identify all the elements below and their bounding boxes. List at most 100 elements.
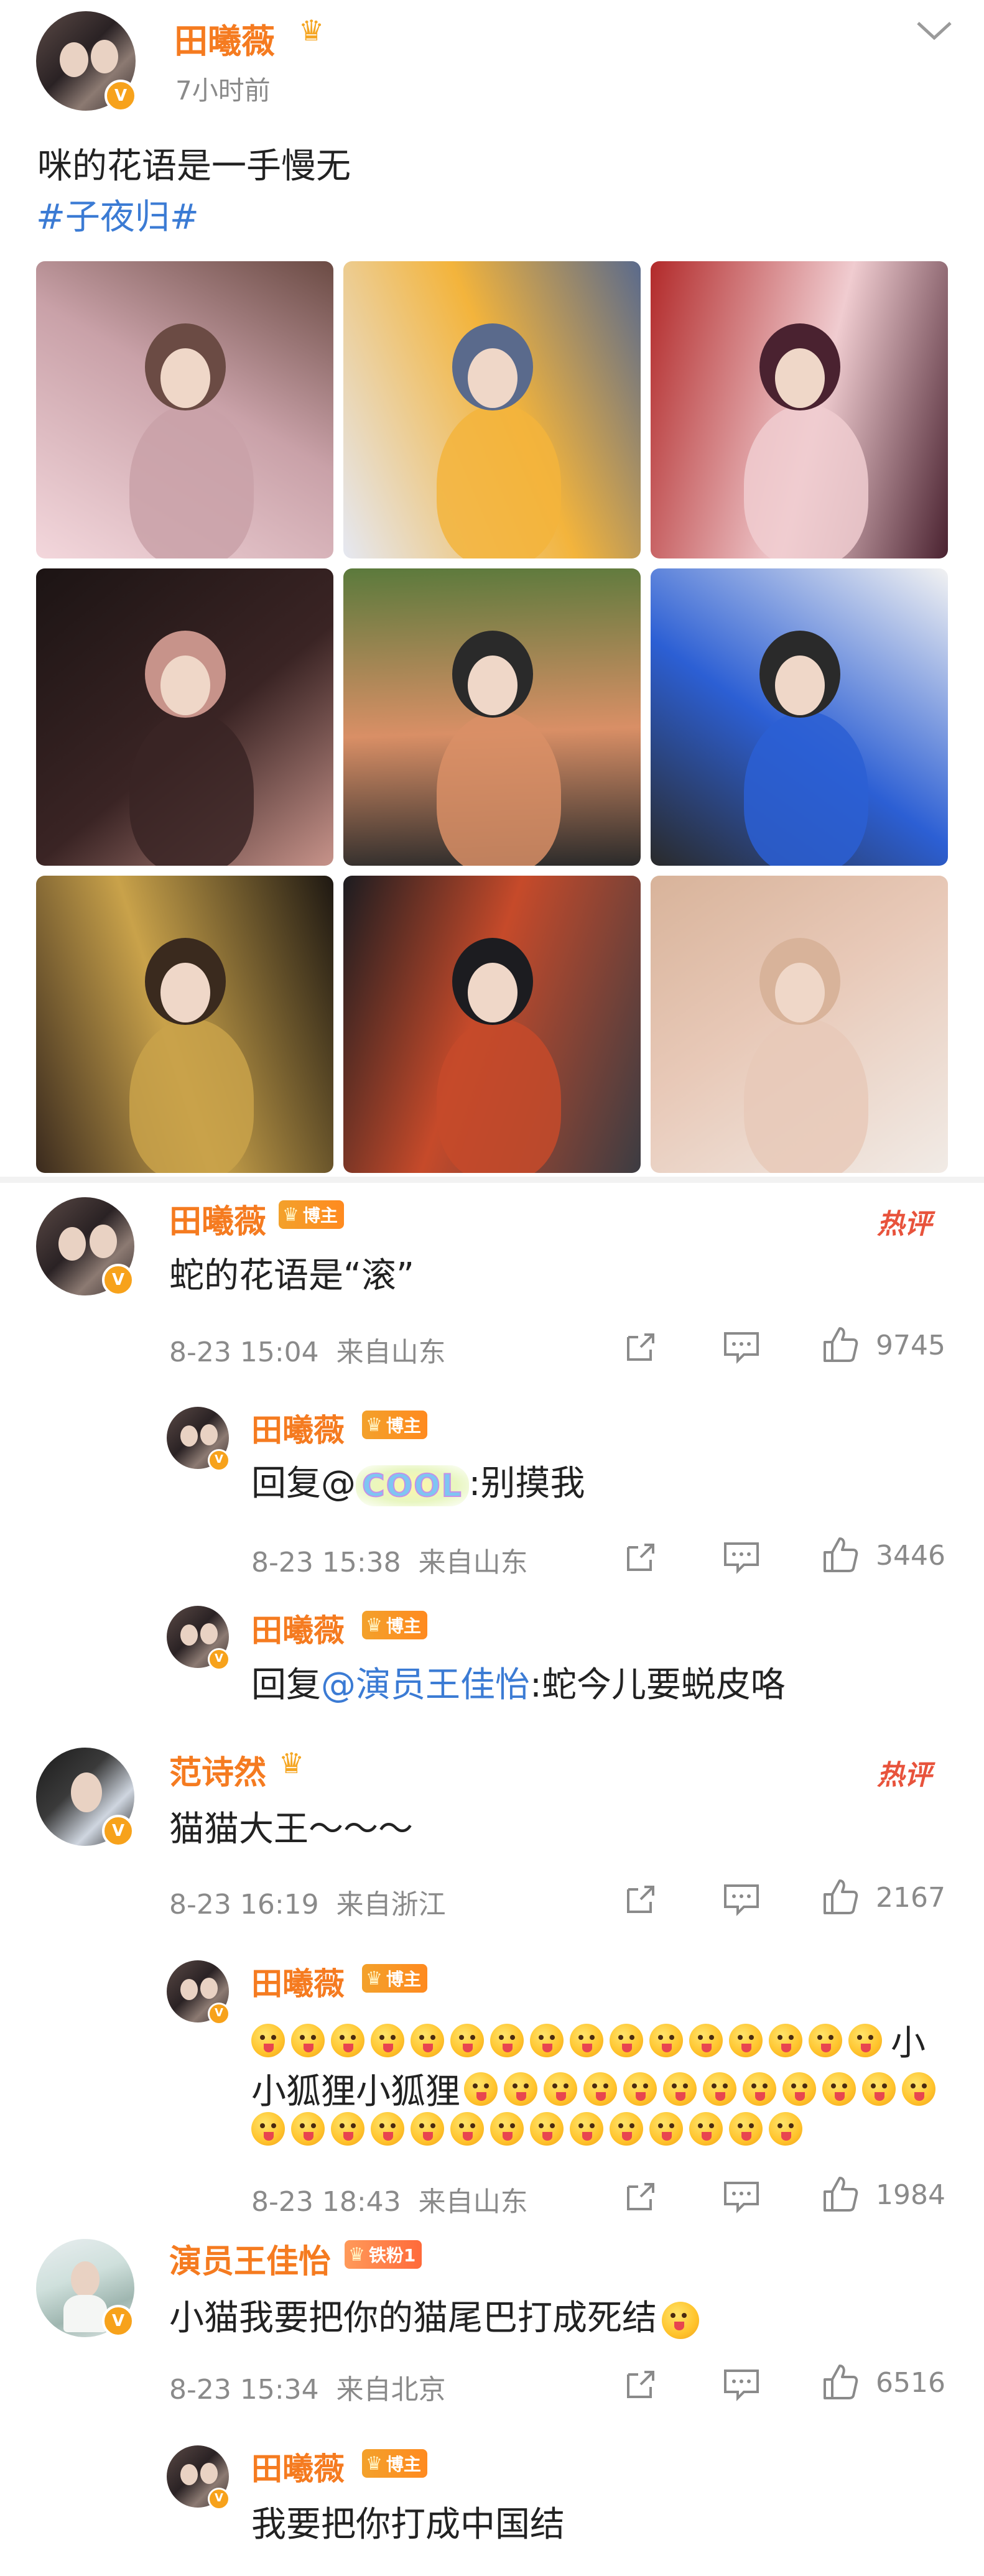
fan-badge: ♛ 铁粉1 bbox=[345, 2240, 422, 2269]
photo-figure-face bbox=[468, 348, 518, 408]
tongue-emoji-icon bbox=[544, 2072, 577, 2106]
reply-prefix: 回复 bbox=[251, 1665, 321, 1705]
photo-figure-face bbox=[468, 656, 518, 715]
post-photo[interactable] bbox=[651, 568, 948, 866]
tongue-emoji-icon bbox=[504, 2072, 537, 2106]
tongue-emoji-icon bbox=[450, 2023, 484, 2057]
comment-author-name[interactable]: 演员王佳怡 bbox=[169, 2235, 331, 2282]
post-photo[interactable] bbox=[343, 568, 641, 866]
crown-icon: ♛ bbox=[279, 1746, 305, 1780]
tongue-emoji-icon bbox=[331, 2023, 364, 2057]
comment-icon[interactable] bbox=[722, 1539, 761, 1578]
tongue-emoji-icon bbox=[663, 2072, 697, 2106]
comment-icon[interactable] bbox=[722, 1328, 761, 1368]
share-icon[interactable] bbox=[622, 2366, 659, 2406]
mention-link[interactable]: @演员王佳怡 bbox=[321, 1665, 530, 1705]
host-badge: ♛ 博主 bbox=[362, 2449, 427, 2478]
like-icon[interactable] bbox=[820, 1877, 861, 1920]
tongue-emoji-icon bbox=[331, 2112, 364, 2146]
comment-icon[interactable] bbox=[722, 2366, 761, 2406]
photo-figure bbox=[744, 404, 868, 558]
reply-author-name[interactable]: 田曦薇 bbox=[251, 1406, 345, 1450]
comment-icon[interactable] bbox=[722, 1881, 761, 1920]
post-time: 7小时前 bbox=[175, 75, 271, 106]
photo-figure-face bbox=[775, 656, 825, 715]
comment-author-name[interactable]: 范诗然 bbox=[169, 1746, 266, 1793]
reply-meta: 8-23 18:43 来自山东 bbox=[251, 2179, 528, 2219]
reply-text: 回复@演员王佳怡:蛇今儿要蜕皮咯 bbox=[251, 1657, 786, 1707]
emoji-row bbox=[251, 2112, 809, 2146]
like-count: 6516 bbox=[876, 2367, 945, 2399]
photo-figure bbox=[129, 404, 254, 558]
section-divider bbox=[0, 1177, 984, 1183]
post-photo[interactable] bbox=[343, 876, 641, 1173]
photo-figure-face bbox=[775, 963, 825, 1022]
tongue-emoji-icon bbox=[769, 2112, 802, 2146]
chevron-down-icon[interactable] bbox=[914, 11, 954, 52]
like-icon[interactable] bbox=[820, 1325, 861, 1368]
reply-suffix: :别摸我 bbox=[468, 1463, 585, 1504]
comment-location: 来自山东 bbox=[336, 1337, 446, 1368]
crown-icon: ♛ bbox=[348, 2243, 365, 2266]
tongue-emoji-icon bbox=[371, 2112, 404, 2146]
verified-badge: V bbox=[208, 2488, 230, 2510]
photo-figure bbox=[437, 711, 561, 866]
like-icon[interactable] bbox=[820, 2174, 861, 2218]
comment-meta: 8-23 15:34 来自北京 bbox=[169, 2367, 446, 2407]
share-icon[interactable] bbox=[622, 1539, 659, 1578]
share-icon[interactable] bbox=[622, 2178, 659, 2218]
comment-icon[interactable] bbox=[722, 2178, 761, 2218]
hot-comment-label: 热评 bbox=[877, 1208, 932, 1240]
tongue-emoji-icon bbox=[689, 2023, 723, 2057]
reply-text: 回复@ COOL:别摸我 bbox=[251, 1455, 585, 1506]
post-photo[interactable] bbox=[36, 568, 333, 866]
reply-author-name[interactable]: 田曦薇 bbox=[251, 2444, 345, 2489]
tongue-emoji-icon bbox=[251, 2023, 285, 2057]
cool-mention-sticker[interactable]: COOL bbox=[356, 1465, 469, 1506]
photo-figure-face bbox=[160, 963, 210, 1022]
post-photo[interactable] bbox=[36, 261, 333, 558]
reply-text-end: 小 bbox=[891, 2023, 926, 2064]
verified-badge: V bbox=[208, 2003, 230, 2025]
verified-badge: V bbox=[104, 80, 137, 112]
photo-figure bbox=[437, 1019, 561, 1173]
photo-figure bbox=[129, 1019, 254, 1173]
reply-author-name[interactable]: 田曦薇 bbox=[251, 1606, 345, 1651]
post-photo[interactable] bbox=[651, 876, 948, 1173]
reply-location: 来自山东 bbox=[418, 1547, 528, 1578]
emoji-row: 小狐狸小狐狸 bbox=[251, 2064, 942, 2114]
shocked-emoji-icon bbox=[662, 2301, 699, 2339]
tongue-emoji-icon bbox=[769, 2023, 802, 2057]
tongue-emoji-icon bbox=[490, 2112, 524, 2146]
host-badge: ♛ 博主 bbox=[362, 1411, 427, 1439]
tongue-emoji-icon bbox=[822, 2072, 856, 2106]
tongue-emoji-icon bbox=[570, 2112, 603, 2146]
photo-figure bbox=[437, 404, 561, 558]
post-author-name[interactable]: 田曦薇 bbox=[174, 14, 275, 63]
tongue-emoji-icon bbox=[862, 2072, 896, 2106]
like-count: 1984 bbox=[876, 2179, 945, 2211]
share-icon[interactable] bbox=[622, 1881, 659, 1920]
photo-figure bbox=[744, 711, 868, 866]
like-count: 3446 bbox=[876, 1540, 945, 1572]
tongue-emoji-icon bbox=[902, 2072, 935, 2106]
like-icon[interactable] bbox=[820, 1535, 861, 1578]
comment-author-name[interactable]: 田曦薇 bbox=[169, 1195, 266, 1242]
photo-figure-face bbox=[468, 963, 518, 1022]
tongue-emoji-icon bbox=[848, 2023, 882, 2057]
tongue-emoji-icon bbox=[530, 2112, 564, 2146]
comment-meta: 8-23 16:19 来自浙江 bbox=[169, 1882, 446, 1922]
tongue-emoji-icon bbox=[689, 2112, 723, 2146]
tongue-emoji-icon bbox=[649, 2112, 683, 2146]
host-badge: ♛ 博主 bbox=[362, 1611, 427, 1639]
comment-date: 8-23 16:19 bbox=[169, 1889, 319, 1920]
post-photo[interactable] bbox=[651, 261, 948, 558]
post-photo[interactable] bbox=[343, 261, 641, 558]
reply-author-name[interactable]: 田曦薇 bbox=[251, 1959, 345, 2004]
verified-badge: V bbox=[208, 1449, 230, 1471]
post-topic-link[interactable]: #子夜归# bbox=[36, 189, 199, 239]
share-icon[interactable] bbox=[622, 1328, 659, 1368]
like-icon[interactable] bbox=[820, 2362, 861, 2406]
crown-icon: ♛ bbox=[366, 1614, 383, 1636]
post-photo[interactable] bbox=[36, 876, 333, 1173]
